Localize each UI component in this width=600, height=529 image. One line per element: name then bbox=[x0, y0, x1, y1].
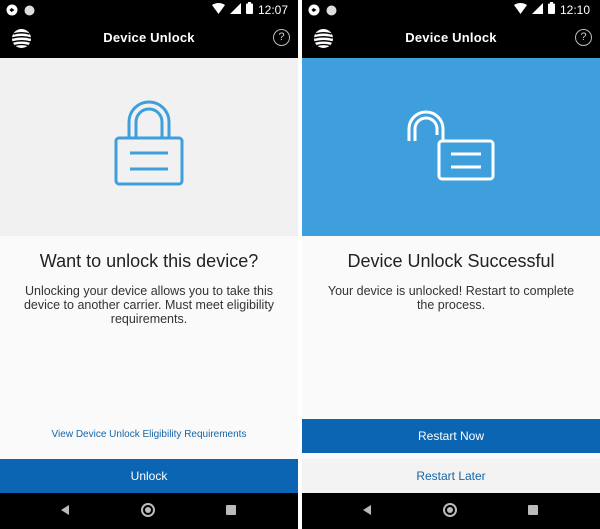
eligibility-link[interactable]: View Device Unlock Eligibility Requireme… bbox=[0, 429, 298, 440]
battery-icon bbox=[547, 2, 555, 18]
unlock-button[interactable]: Unlock bbox=[0, 459, 298, 493]
description-text: Unlocking your device allows you to take… bbox=[23, 284, 275, 326]
wifi-icon bbox=[513, 2, 527, 18]
system-nav-bar bbox=[302, 493, 600, 529]
app-bar: Device Unlock ? bbox=[302, 20, 600, 58]
notification-dot-icon bbox=[24, 3, 35, 21]
page-title: Want to unlock this device? bbox=[39, 251, 259, 271]
home-icon[interactable] bbox=[141, 503, 155, 517]
unlock-success-screen: 12:10 Device Unlock ? Device Unlock Succ… bbox=[302, 0, 600, 529]
padlock-closed-icon bbox=[114, 100, 184, 195]
page-title: Device Unlock Successful bbox=[347, 251, 555, 271]
app-title: Device Unlock bbox=[103, 30, 195, 45]
restart-later-button[interactable]: Restart Later bbox=[302, 459, 600, 493]
notification-shield-icon bbox=[308, 3, 320, 21]
lock-hero bbox=[0, 58, 298, 236]
unlock-hero bbox=[302, 58, 600, 236]
back-icon[interactable] bbox=[363, 505, 371, 515]
restart-now-button[interactable]: Restart Now bbox=[302, 419, 600, 453]
recents-icon[interactable] bbox=[226, 505, 236, 515]
wifi-icon bbox=[211, 2, 225, 18]
description-text: Your device is unlocked! Restart to comp… bbox=[327, 284, 575, 312]
back-icon[interactable] bbox=[61, 505, 69, 515]
recents-icon[interactable] bbox=[528, 505, 538, 515]
status-time: 12:10 bbox=[559, 3, 590, 17]
cell-signal-icon bbox=[531, 2, 543, 18]
help-icon[interactable]: ? bbox=[575, 29, 592, 46]
cell-signal-icon bbox=[229, 2, 241, 18]
padlock-open-icon bbox=[405, 107, 497, 188]
app-bar: Device Unlock ? bbox=[0, 20, 298, 58]
app-title: Device Unlock bbox=[405, 30, 497, 45]
status-time: 12:07 bbox=[257, 3, 288, 17]
battery-icon bbox=[245, 2, 253, 18]
system-nav-bar bbox=[0, 493, 298, 529]
unlock-request-screen: 12:07 Device Unlock ? Want to unlock thi… bbox=[0, 0, 298, 529]
home-icon[interactable] bbox=[443, 503, 457, 517]
notification-shield-icon bbox=[6, 3, 18, 21]
notification-dot-icon bbox=[326, 3, 337, 21]
help-icon[interactable]: ? bbox=[273, 29, 290, 46]
status-bar: 12:10 bbox=[302, 0, 600, 20]
status-bar: 12:07 bbox=[0, 0, 298, 20]
